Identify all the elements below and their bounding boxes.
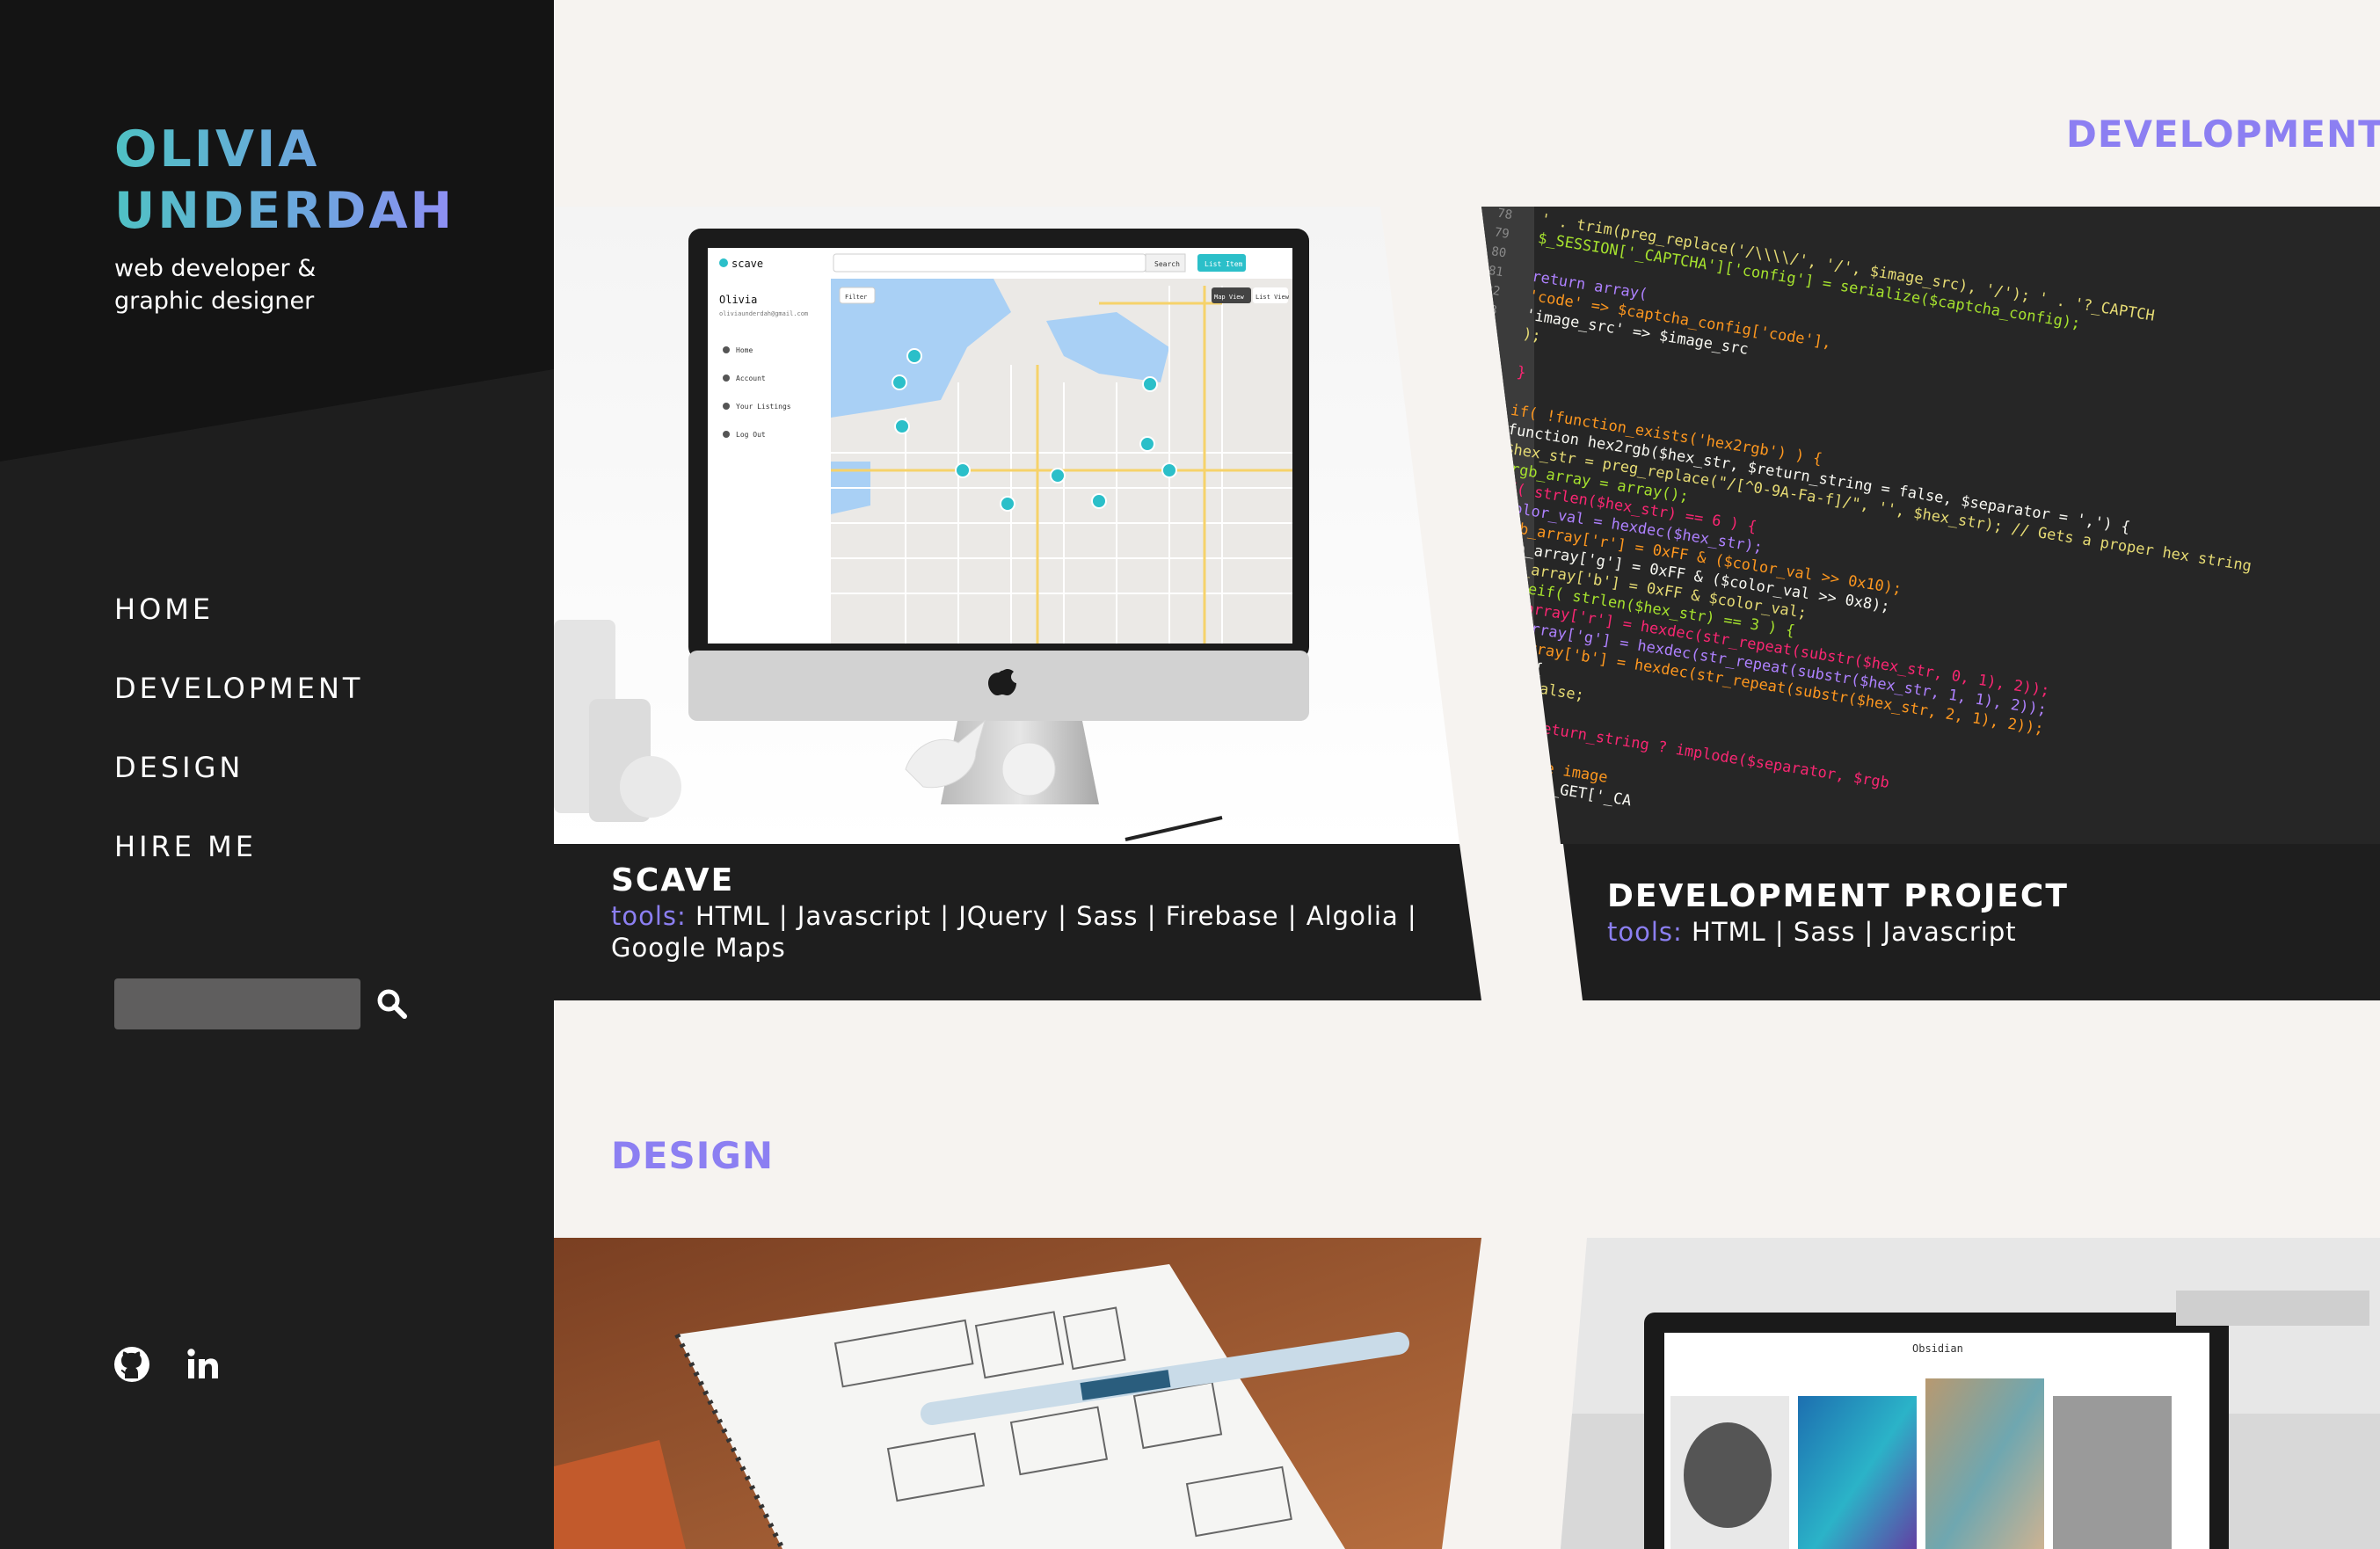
search-input[interactable] xyxy=(114,978,360,1029)
code-line-number: 87 xyxy=(1481,378,1486,394)
project-tools-scave: tools: HTML | Javascript | JQuery | Sass… xyxy=(611,900,1429,964)
scave-list-view-button: List View xyxy=(1256,294,1290,301)
scave-map-view-button: Map View xyxy=(1214,294,1245,301)
scave-user-name: Olivia xyxy=(719,294,757,306)
project-title-development: DEVELOPMENT PROJECT xyxy=(1607,878,2069,914)
sketch-project-image[interactable] xyxy=(554,1238,1481,1549)
code-line-number: 79 xyxy=(1494,225,1510,241)
tools-list: HTML | Javascript | JQuery | Sass | Fire… xyxy=(611,901,1417,963)
nav-home[interactable]: HOME xyxy=(114,592,363,671)
github-icon[interactable] xyxy=(113,1345,151,1384)
scave-menu-home: Home xyxy=(736,346,753,354)
scave-user-email: oliviaunderdah@gmail.com xyxy=(719,310,808,317)
brand-first-name: OLIVIA xyxy=(114,119,455,180)
nav-development[interactable]: DEVELOPMENT xyxy=(114,671,363,750)
sidebar: OLIVIA UNDERDAH web developer & graphic … xyxy=(0,0,554,1549)
scave-card-label[interactable]: SCAVE tools: HTML | Javascript | JQuery … xyxy=(611,862,1429,964)
code-line-text: ); xyxy=(1522,325,1542,345)
scave-search-button: Search xyxy=(1154,260,1180,268)
obsidian-project-image[interactable]: Obsidian xyxy=(1561,1238,2380,1549)
scave-filter-button: Filter xyxy=(845,294,867,301)
brand-tagline: web developer & graphic designer xyxy=(114,255,317,315)
tools-list: HTML | Sass | Javascript xyxy=(1692,917,2017,947)
code-line-number: 83 xyxy=(1481,302,1498,317)
brand[interactable]: OLIVIA UNDERDAH web developer & graphic … xyxy=(114,119,455,317)
scave-project-image[interactable]: scave Search List Item + Olivia oliviaun… xyxy=(554,207,1459,844)
section-title-design: DESIGN xyxy=(611,1134,775,1177)
scave-menu-logout: Log Out xyxy=(736,431,766,439)
tools-label: tools: xyxy=(611,901,687,931)
code-line-number: 86 xyxy=(1481,360,1489,375)
code-line-number: 81 xyxy=(1488,264,1504,280)
obsidian-site-title: Obsidian xyxy=(1912,1342,1963,1355)
devproject-card-label[interactable]: DEVELOPMENT PROJECT tools: HTML | Sass |… xyxy=(1607,877,2363,948)
scave-menu-account: Account xyxy=(736,375,766,382)
scave-menu-listings: Your Listings xyxy=(736,403,791,411)
code-line-number: 88 xyxy=(1481,397,1483,413)
code-line-number: 84 xyxy=(1481,321,1496,337)
social-links xyxy=(113,1345,257,1384)
code-line-text: } else { xyxy=(1481,650,1544,679)
linkedin-icon[interactable] xyxy=(185,1345,223,1384)
section-title-development: DEVELOPMENT xyxy=(2066,113,2380,156)
nav-hire-me[interactable]: HIRE ME xyxy=(114,829,363,908)
code-line-number: 80 xyxy=(1490,244,1507,260)
tools-label: tools: xyxy=(1607,917,1683,947)
scave-logo: scave xyxy=(731,258,763,270)
code-line-number: 85 xyxy=(1481,340,1492,356)
code-project-image[interactable]: 78 ' . trim(preg_replace('/\\\\/', '/', … xyxy=(1481,207,2380,844)
project-title-scave: SCAVE xyxy=(611,862,735,898)
main-nav: HOME DEVELOPMENT DESIGN HIRE ME xyxy=(114,592,363,908)
search-icon[interactable] xyxy=(375,986,410,1022)
scave-list-item-button: List Item + xyxy=(1205,260,1251,268)
brand-last-name: UNDERDAH xyxy=(114,182,455,240)
code-line-number: 78 xyxy=(1496,207,1513,222)
nav-design[interactable]: DESIGN xyxy=(114,750,363,829)
code-line-number: 82 xyxy=(1484,283,1501,299)
project-tools-development: tools: HTML | Sass | Javascript xyxy=(1607,916,2363,948)
search-bar xyxy=(114,978,410,1029)
